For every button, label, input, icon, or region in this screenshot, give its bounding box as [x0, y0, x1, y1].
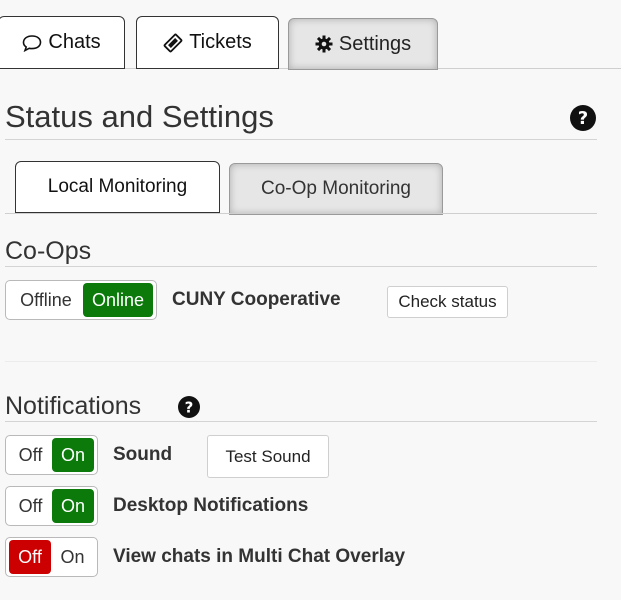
toggle-online-option[interactable]: Online	[82, 283, 153, 317]
sound-off-option[interactable]: Off	[9, 438, 52, 472]
subtabs-rule	[5, 213, 597, 214]
coop-status-toggle[interactable]: Offline Online	[5, 280, 157, 320]
coop-name: CUNY Cooperative	[172, 289, 341, 310]
test-sound-button[interactable]: Test Sound	[207, 435, 329, 478]
sound-toggle[interactable]: Off On	[5, 435, 98, 475]
multi-chat-overlay-on-option[interactable]: On	[51, 540, 94, 574]
desktop-notifications-off-option[interactable]: Off	[9, 489, 52, 523]
tab-coop-monitoring[interactable]: Co-Op Monitoring	[229, 163, 443, 215]
tab-settings-label: Settings	[338, 32, 412, 55]
tab-settings[interactable]: Settings	[288, 18, 438, 70]
sound-label: Sound	[113, 444, 173, 465]
toggle-offline-option[interactable]: Offline	[9, 283, 83, 317]
check-status-button[interactable]: Check status	[387, 286, 508, 318]
notifications-help-icon[interactable]: ?	[177, 395, 201, 419]
sound-on-option[interactable]: On	[51, 438, 94, 472]
tab-local-monitoring-label: Local Monitoring	[47, 176, 188, 197]
help-icon[interactable]: ?	[569, 104, 597, 132]
notifications-divider	[5, 421, 597, 422]
tab-tickets[interactable]: Tickets	[136, 16, 279, 69]
page-title: Status and Settings	[5, 99, 274, 134]
notifications-heading: Notifications	[5, 392, 142, 420]
title-divider	[5, 139, 597, 140]
tab-tickets-label: Tickets	[189, 31, 252, 53]
gear-icon	[315, 35, 333, 53]
coops-divider	[5, 266, 597, 267]
tab-chats-label: Chats	[48, 31, 101, 53]
svg-text:?: ?	[578, 108, 588, 129]
multi-chat-overlay-off-option[interactable]: Off	[9, 540, 52, 574]
multi-chat-overlay-label: View chats in Multi Chat Overlay	[113, 546, 406, 567]
section-divider	[5, 361, 597, 362]
desktop-notifications-on-option[interactable]: On	[51, 489, 94, 523]
ticket-icon	[163, 33, 183, 52]
tab-local-monitoring[interactable]: Local Monitoring	[15, 161, 220, 213]
tab-chats[interactable]: Chats	[0, 16, 125, 69]
desktop-notifications-toggle[interactable]: Off On	[5, 486, 98, 526]
svg-text:?: ?	[185, 399, 194, 417]
chat-bubble-icon	[23, 34, 42, 52]
multi-chat-overlay-toggle[interactable]: Off On	[5, 537, 98, 577]
desktop-notifications-label: Desktop Notifications	[113, 495, 309, 516]
coops-heading: Co-Ops	[5, 237, 92, 265]
tab-coop-monitoring-label: Co-Op Monitoring	[261, 178, 411, 199]
